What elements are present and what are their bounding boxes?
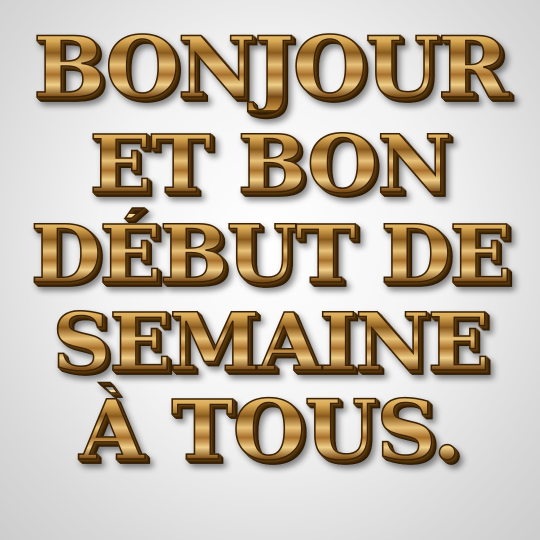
greeting-line-semaine: SEMAINE <box>0 301 540 383</box>
greeting-line-et-bon: ET BON <box>0 123 540 205</box>
greeting-line-debut-de: DÉBUT DE <box>0 213 540 295</box>
greeting-card: BONJOUR ET BON DÉBUT DE SEMAINE À TOUS. <box>0 0 540 540</box>
greeting-line-bonjour: BONJOUR <box>0 25 540 111</box>
greeting-line-a-tous: À TOUS. <box>0 389 540 473</box>
